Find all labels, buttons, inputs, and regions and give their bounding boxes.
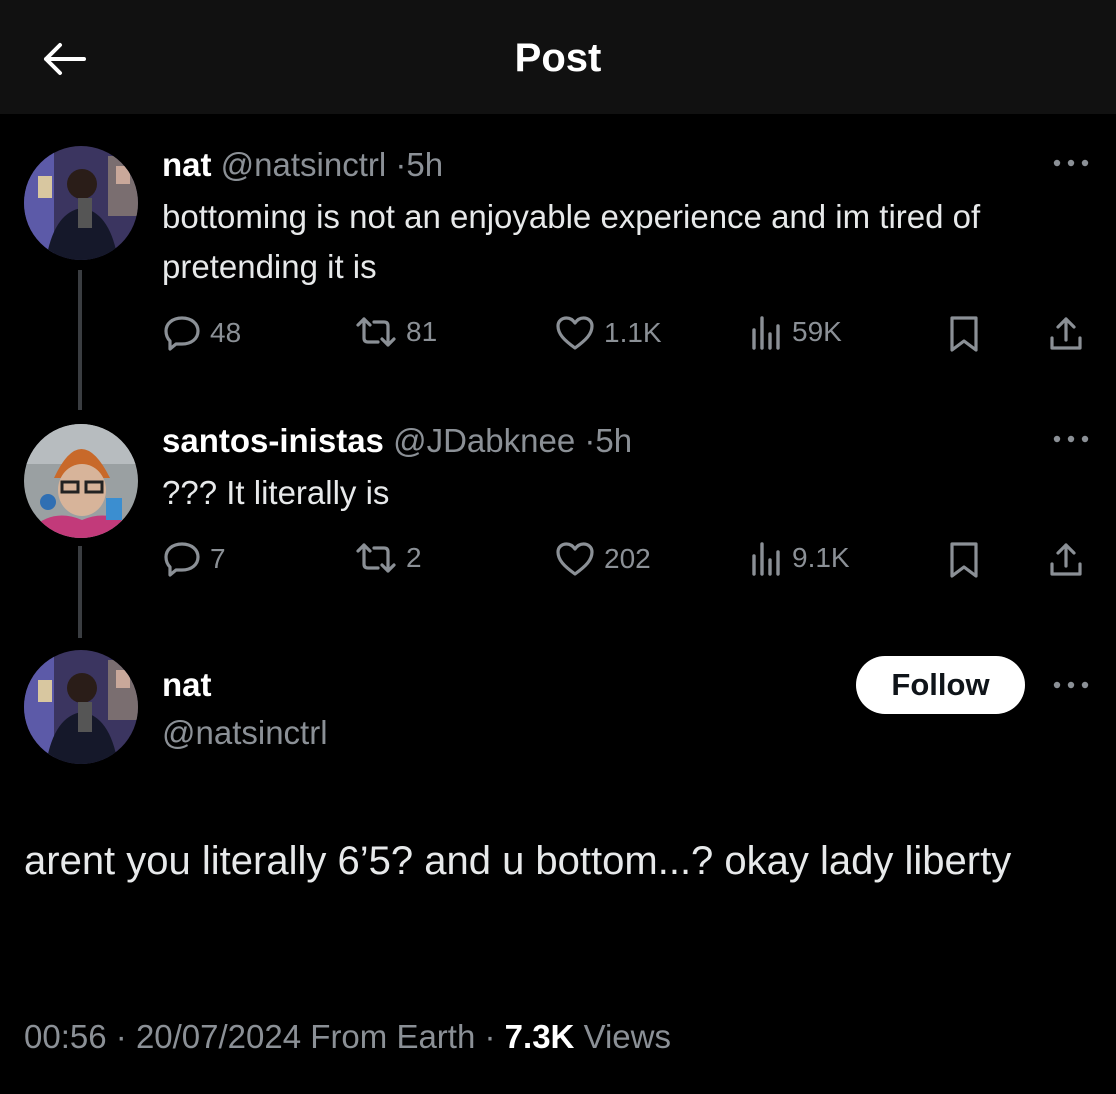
user-handle[interactable]: @natsinctrl — [221, 146, 387, 183]
display-name[interactable]: santos-inistas — [162, 422, 384, 459]
bookmark-button[interactable] — [946, 314, 982, 354]
repost-count: 2 — [406, 542, 422, 573]
post-source: From Earth — [310, 1018, 476, 1055]
share-icon — [1050, 317, 1082, 350]
display-name[interactable]: nat — [162, 666, 212, 703]
avatar-image — [24, 650, 138, 764]
separator: · — [484, 1018, 496, 1055]
avatar-nat[interactable] — [24, 146, 138, 260]
reply-icon — [164, 316, 200, 351]
views-count: 59K — [792, 316, 842, 347]
like-count: 1.1K — [604, 317, 662, 348]
reply-button[interactable]: 7 — [162, 540, 226, 578]
reply-count: 48 — [210, 317, 242, 348]
repost-button[interactable]: 2 — [354, 540, 422, 576]
tweet-time[interactable]: 5h — [406, 146, 443, 183]
user-handle[interactable]: @JDabknee — [393, 422, 575, 459]
more-icon — [1053, 159, 1089, 167]
share-button[interactable] — [1046, 540, 1086, 580]
avatar-image — [24, 424, 138, 538]
like-button[interactable]: 202 — [554, 540, 651, 578]
main-author-handle[interactable]: @natsinctrl — [162, 714, 328, 752]
views-count: 9.1K — [792, 542, 850, 573]
more-button[interactable] — [1046, 670, 1096, 700]
display-name[interactable]: nat — [162, 146, 212, 183]
avatar-image — [24, 146, 138, 260]
views-button[interactable]: 9.1K — [750, 540, 850, 576]
post-date[interactable]: 20/07/2024 — [136, 1018, 301, 1055]
views-icon — [752, 542, 780, 576]
follow-button[interactable]: Follow — [856, 656, 1025, 714]
more-icon — [1053, 435, 1089, 443]
repost-icon — [356, 543, 396, 573]
views-button[interactable]: 59K — [750, 314, 842, 350]
like-icon — [556, 542, 594, 576]
reply-icon — [164, 542, 200, 577]
like-count: 202 — [604, 543, 651, 574]
repost-button[interactable]: 81 — [354, 314, 437, 350]
like-button[interactable]: 1.1K — [554, 314, 662, 352]
tweet-text: ??? It literally is — [162, 474, 390, 511]
separator: · — [584, 422, 596, 459]
thread-line — [78, 546, 82, 638]
like-icon — [556, 316, 594, 350]
repost-icon — [356, 317, 396, 347]
bookmark-icon — [950, 542, 978, 578]
avatar-nat[interactable] — [24, 650, 138, 764]
separator: · — [395, 146, 407, 183]
user-handle[interactable]: @natsinctrl — [162, 714, 328, 751]
post-metadata: 00:56 · 20/07/2024 From Earth · 7.3K Vie… — [24, 1018, 671, 1056]
repost-count: 81 — [406, 316, 438, 347]
separator: · — [115, 1018, 127, 1055]
more-button[interactable] — [1046, 424, 1096, 454]
views-icon — [752, 316, 780, 350]
main-post-text: arent you literally 6’5? and u bottom...… — [24, 839, 1012, 883]
reply-button[interactable]: 48 — [162, 314, 241, 352]
page-title: Post — [514, 36, 602, 80]
tweet-author-row: nat @natsinctrl ·5h — [162, 146, 443, 184]
tweet-author-row: santos-inistas @JDabknee ·5h — [162, 422, 632, 460]
post-time[interactable]: 00:56 — [24, 1018, 107, 1055]
avatar-santos-inistas[interactable] — [24, 424, 138, 538]
bookmark-icon — [950, 316, 978, 352]
share-button[interactable] — [1046, 314, 1086, 354]
more-button[interactable] — [1046, 148, 1096, 178]
bookmark-button[interactable] — [946, 540, 982, 580]
main-author-name[interactable]: nat — [162, 666, 212, 704]
thread-line — [78, 270, 82, 410]
share-icon — [1050, 543, 1082, 576]
tweet-text: bottoming is not an enjoyable experience… — [162, 198, 981, 285]
top-bar: Post — [0, 0, 1116, 114]
more-icon — [1053, 681, 1089, 689]
post-views-count[interactable]: 7.3K — [505, 1018, 575, 1055]
post-views-label[interactable]: Views — [584, 1018, 671, 1055]
tweet-time[interactable]: 5h — [595, 422, 632, 459]
reply-count: 7 — [210, 543, 226, 574]
